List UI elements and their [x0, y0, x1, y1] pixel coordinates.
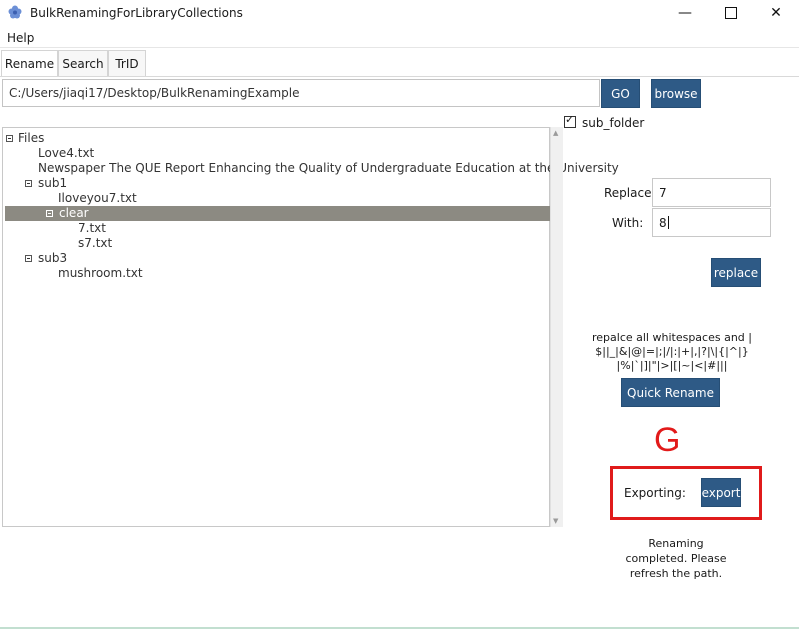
tree-node-clear[interactable]: clear: [5, 206, 551, 221]
export-button[interactable]: export: [701, 478, 741, 507]
tree-node-sub1[interactable]: sub1: [25, 176, 85, 191]
tree-label: Files: [18, 131, 45, 145]
maximize-icon: [725, 7, 737, 19]
tree-label: sub1: [38, 176, 68, 190]
minimize-button[interactable]: —: [662, 0, 708, 26]
tab-trid[interactable]: TrID: [108, 50, 146, 76]
window-title: BulkRenamingForLibraryCollections: [30, 6, 243, 20]
file-tree[interactable]: Files Love4.txt Newspaper The QUE Report…: [2, 127, 619, 527]
close-icon: ✕: [770, 5, 782, 21]
tab-rename[interactable]: Rename: [1, 50, 58, 76]
tree-node-sub3[interactable]: sub3: [25, 251, 85, 266]
tree-node-s7txt[interactable]: s7.txt: [78, 236, 112, 251]
minimize-icon: —: [678, 5, 692, 21]
maximize-button[interactable]: [708, 0, 754, 26]
tree-label: sub3: [38, 251, 68, 265]
tree-node-mushroom[interactable]: mushroom.txt: [58, 266, 143, 281]
flower-icon: [8, 5, 22, 19]
collapse-icon[interactable]: [46, 210, 53, 217]
tree-node-7txt[interactable]: 7.txt: [78, 221, 106, 236]
go-button[interactable]: GO: [601, 79, 640, 108]
scroll-down-icon[interactable]: ▼: [553, 517, 558, 525]
replace-button[interactable]: replace: [711, 258, 761, 287]
with-value: 8: [659, 215, 667, 230]
quick-rename-button[interactable]: Quick Rename: [621, 378, 720, 407]
annotation-letter: G: [654, 421, 681, 459]
text-cursor: [667, 216, 669, 229]
checkmark-icon: ✓: [565, 113, 575, 126]
tab-strip-divider: [0, 76, 799, 77]
browse-button[interactable]: browse: [651, 79, 701, 108]
menu-help[interactable]: Help: [7, 31, 34, 45]
collapse-icon[interactable]: [25, 180, 32, 187]
tree-label: clear: [59, 206, 89, 220]
with-field[interactable]: 8: [652, 208, 771, 237]
tab-search[interactable]: Search: [58, 50, 108, 76]
path-input[interactable]: C:/Users/jiaqi17/Desktop/BulkRenamingExa…: [2, 79, 600, 107]
status-message: Renaming completed. Please refresh the p…: [625, 537, 727, 580]
close-button[interactable]: ✕: [753, 0, 799, 26]
collapse-icon[interactable]: [6, 135, 13, 142]
whitespace-description: repalce all whitespaces and |$||_|&|@|=|…: [592, 331, 752, 372]
tree-scrollbar[interactable]: ▲ ▼: [550, 127, 563, 527]
with-label: With:: [612, 216, 644, 230]
scroll-up-icon[interactable]: ▲: [553, 129, 558, 137]
tree-node-newspaper[interactable]: Newspaper The QUE Report Enhancing the Q…: [38, 161, 619, 176]
sub-folder-label: sub_folder: [582, 116, 645, 130]
exporting-label: Exporting:: [624, 486, 686, 500]
menu-divider: [0, 47, 799, 48]
replace-field[interactable]: 7: [652, 178, 771, 207]
tree-node-love4[interactable]: Love4.txt: [38, 146, 94, 161]
collapse-icon[interactable]: [25, 255, 32, 262]
tree-node-iloveyou7[interactable]: Iloveyou7.txt: [58, 191, 137, 206]
replace-label: Replace:: [604, 186, 656, 200]
